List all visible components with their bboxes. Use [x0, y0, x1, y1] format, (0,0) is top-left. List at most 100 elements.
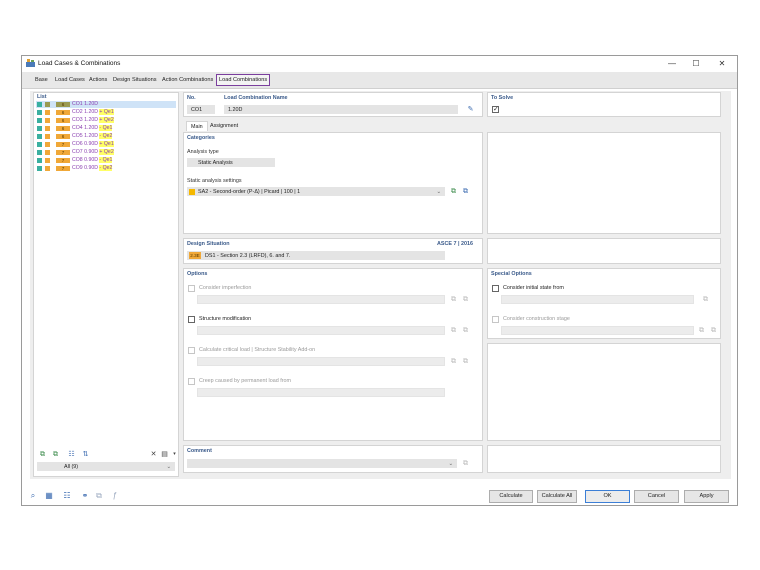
color-swatch-icon [37, 102, 42, 107]
analysis-type-label: Analysis type [187, 149, 219, 155]
initial-state-label: Consider initial state from [503, 285, 564, 291]
imperfection-select[interactable] [197, 295, 445, 304]
color-swatch-icon [45, 102, 50, 107]
design-situation-tag: 2.3E [189, 252, 201, 259]
consider-imperfection-checkbox[interactable] [188, 285, 195, 292]
delete-icon[interactable]: ✕ [149, 450, 158, 459]
list-filter-select[interactable]: All (9) ⌄ [37, 462, 175, 471]
new-critical-load-icon[interactable]: ⧉ [449, 357, 458, 366]
to-solve-checkbox[interactable] [492, 105, 499, 113]
analysis-type-field[interactable]: Static Analysis [187, 158, 275, 167]
new-settings-icon[interactable]: ⧉ [449, 187, 458, 196]
search-icon[interactable]: ⌕ [28, 491, 38, 501]
color-swatch-icon [45, 110, 50, 115]
window-title: Load Cases & Combinations [38, 60, 121, 67]
menu-load-combinations[interactable]: Load Combinations [216, 74, 271, 86]
view-options-icon[interactable]: ▤ [160, 450, 169, 459]
edit-critical-load-icon[interactable]: ⧉ [461, 357, 470, 366]
combination-tag: 7 [56, 150, 70, 155]
edit-name-icon[interactable]: ✎ [466, 105, 475, 114]
list-panel: List 6 CO1 1.20D 6 CO2 1.20D + Qe1 6 CO3 1.20… [33, 92, 179, 477]
structure-modification-checkbox[interactable] [188, 316, 195, 323]
combination-tag: 6 [56, 134, 70, 139]
calculate-button[interactable]: Calculate [489, 490, 533, 503]
initial-state-checkbox[interactable] [492, 285, 499, 292]
new-modification-icon[interactable]: ⧉ [449, 326, 458, 335]
creep-select[interactable] [197, 388, 445, 397]
maximize-button[interactable]: ☐ [688, 58, 704, 69]
special-options-header: Special Options [491, 271, 532, 277]
list-item[interactable]: 6 CO2 1.20D + Qe1 [36, 109, 176, 116]
list-item[interactable]: 7 CO7 0.90D + Qe2 [36, 149, 176, 156]
creep-checkbox[interactable] [188, 378, 195, 385]
categories-header: Categories [187, 135, 215, 141]
menu-load-cases[interactable]: Load Cases [55, 77, 85, 83]
menu-action-combinations[interactable]: Action Combinations [162, 77, 213, 83]
chevron-down-icon: ⌄ [166, 464, 171, 470]
combination-tag: 6 [56, 118, 70, 123]
formula-icon[interactable]: ƒ [110, 491, 120, 501]
list-item[interactable]: 7 CO9 0.90D - Qe2 [36, 165, 176, 172]
comment-input[interactable]: ⌄ [187, 459, 457, 468]
menu-design-situations[interactable]: Design Situations [113, 77, 157, 83]
list-item[interactable]: 6 CO5 1.20D - Qe2 [36, 133, 176, 140]
copy-icon[interactable]: ⧉ [94, 491, 104, 501]
new-imperfection-icon[interactable]: ⧉ [449, 295, 458, 304]
edit-initial-state-icon[interactable]: ⧉ [701, 295, 710, 304]
special-options-panel: Special Options Consider initial state f… [487, 268, 721, 339]
critical-load-checkbox[interactable] [188, 347, 195, 354]
menu-base[interactable]: Base [35, 77, 48, 83]
apply-button[interactable]: Apply [684, 490, 729, 503]
tree-icon[interactable]: ☷ [62, 491, 72, 501]
list-item-text: 1.20D [84, 133, 98, 139]
list-item-suffix: - Qe1 [99, 125, 113, 131]
design-situation-right-panel [487, 238, 721, 264]
menu-actions[interactable]: Actions [89, 77, 107, 83]
list-item[interactable]: 7 CO8 0.90D - Qe1 [36, 157, 176, 164]
cancel-button[interactable]: Cancel [634, 490, 679, 503]
static-settings-label: Static analysis settings [187, 178, 242, 184]
list-header: List [37, 94, 47, 100]
check-list-icon[interactable]: ☷ [67, 450, 76, 459]
ok-button[interactable]: OK [585, 490, 630, 503]
list-item-name: CO6 [72, 141, 83, 147]
list-item[interactable]: 6 CO3 1.20D + Qe2 [36, 117, 176, 124]
edit-imperfection-icon[interactable]: ⧉ [461, 295, 470, 304]
no-field[interactable]: CO1 [187, 105, 215, 114]
list-item[interactable]: 6 CO1 1.20D [36, 101, 176, 108]
static-settings-select[interactable]: SA2 - Second-order (P-Δ) | Picard | 100 … [187, 187, 445, 196]
tab-assignment[interactable]: Assignment [206, 121, 242, 131]
critical-load-select[interactable] [197, 357, 445, 366]
list-item[interactable]: 6 CO4 1.20D - Qe1 [36, 125, 176, 132]
new-item-icon[interactable]: ⧉ [38, 450, 47, 459]
list-item-label: CO5 1.20D - Qe2 [72, 133, 113, 140]
new-stage-icon[interactable]: ⧉ [697, 326, 706, 335]
edit-settings-icon[interactable]: ⧉ [461, 187, 470, 196]
list-item[interactable]: 7 CO6 0.90D + Qe1 [36, 141, 176, 148]
options-panel: Options Consider imperfection ⧉ ⧉ Struct… [183, 268, 483, 441]
initial-state-select[interactable] [501, 295, 694, 304]
list-item-suffix: + Qe1 [99, 141, 114, 147]
construction-stage-select[interactable] [501, 326, 694, 335]
structure-modification-select[interactable] [197, 326, 445, 335]
name-label: Load Combination Name [224, 95, 288, 101]
design-situation-field[interactable]: 2.3E DS1 - Section 2.3 (LRFD), 6. and 7. [187, 251, 445, 260]
tab-main[interactable]: Main [186, 121, 208, 131]
list-item-name: CO5 [72, 133, 83, 139]
list-item-label: CO7 0.90D + Qe2 [72, 149, 114, 156]
name-field[interactable]: 1.20D [224, 105, 458, 114]
comment-header: Comment [187, 448, 212, 454]
minimize-button[interactable]: — [664, 58, 680, 69]
comment-edit-icon[interactable]: ⧉ [461, 459, 470, 468]
construction-stage-checkbox[interactable] [492, 316, 499, 323]
units-icon[interactable]: ▦ [44, 491, 54, 501]
edit-stage-icon[interactable]: ⧉ [709, 326, 718, 335]
edit-modification-icon[interactable]: ⧉ [461, 326, 470, 335]
copy-item-icon[interactable]: ⧉ [51, 450, 60, 459]
link-icon[interactable]: ⚭ [80, 491, 90, 501]
calculate-all-button[interactable]: Calculate All [537, 490, 577, 503]
list-item-text: 1.20D [84, 117, 98, 123]
view-options-dropdown-icon[interactable]: ▾ [170, 450, 179, 459]
sort-list-icon[interactable]: ⇅ [81, 450, 90, 459]
close-button[interactable]: ✕ [714, 58, 730, 69]
